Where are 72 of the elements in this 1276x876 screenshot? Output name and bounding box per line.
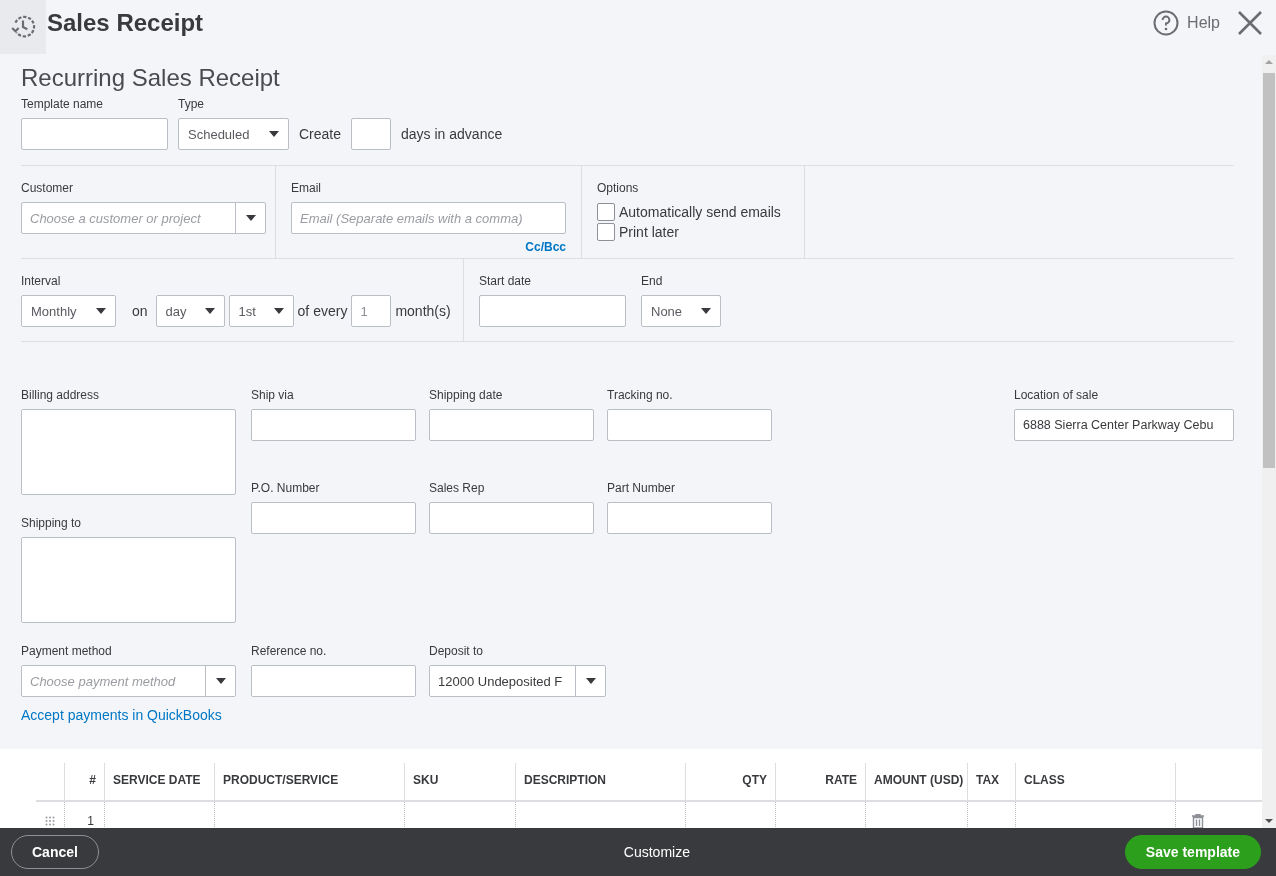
- every-label: of every: [297, 302, 348, 321]
- trash-icon[interactable]: [1191, 813, 1204, 828]
- field-label: Options: [597, 181, 640, 195]
- checkbox-label: Print later: [619, 224, 679, 240]
- field-label: Customer: [21, 181, 74, 195]
- day-dropdown[interactable]: day: [155, 295, 225, 327]
- customize-link[interactable]: Customize: [623, 844, 690, 860]
- checkbox[interactable]: [597, 223, 615, 241]
- start-date-field[interactable]: [479, 295, 626, 327]
- interval-dropdown[interactable]: Monthly: [21, 295, 116, 327]
- column-header: QTY: [742, 773, 767, 787]
- form-title: Recurring Sales Receipt: [21, 64, 281, 92]
- field-label: Deposit to: [429, 644, 485, 658]
- field-label: Interval: [21, 274, 62, 288]
- window-title: Sales Receipt: [47, 8, 204, 37]
- row-number: 1: [87, 813, 94, 828]
- column-header: AMOUNT (USD): [874, 773, 964, 787]
- accept-payments-link[interactable]: Accept payments in QuickBooks: [21, 707, 236, 723]
- column-header: TAX: [976, 773, 1000, 787]
- days-field[interactable]: [351, 118, 392, 150]
- field-label: Shipping date: [429, 388, 504, 402]
- recurring-clock-icon[interactable]: [10, 14, 36, 40]
- field-label: Start date: [479, 274, 533, 288]
- field-label: Email: [291, 181, 322, 195]
- field-label: Shipping to: [21, 516, 83, 530]
- drag-handle-icon[interactable]: [45, 815, 55, 826]
- field-label: Type: [178, 97, 205, 111]
- tracking-no-field[interactable]: [607, 409, 772, 441]
- advance-label: days in advance: [401, 125, 503, 144]
- ordinal-dropdown[interactable]: 1st: [228, 295, 294, 327]
- checkbox-label: Automatically send emails: [619, 204, 781, 220]
- sales-rep-field[interactable]: [429, 502, 594, 534]
- email-field[interactable]: Email (Separate emails with a comma): [291, 202, 566, 234]
- part-number-field[interactable]: [607, 502, 772, 534]
- end-dropdown[interactable]: None: [641, 295, 721, 327]
- location-field[interactable]: 6888 Sierra Center Parkway Cebu: [1014, 409, 1234, 441]
- type-dropdown[interactable]: Scheduled: [178, 118, 289, 150]
- column-header: SERVICE DATE: [113, 773, 201, 787]
- on-label: on: [132, 302, 148, 321]
- field-label: Part Number: [607, 481, 677, 495]
- column-header: SKU: [413, 773, 439, 787]
- scrollbar[interactable]: [1262, 55, 1276, 828]
- field-label: Payment method: [21, 644, 113, 658]
- billing-address-field[interactable]: [21, 409, 236, 495]
- column-header: RATE: [825, 773, 857, 787]
- field-label: Reference no.: [251, 644, 328, 658]
- template-name-field[interactable]: [21, 118, 168, 150]
- column-header: PRODUCT/SERVICE: [223, 773, 339, 787]
- reference-no-field[interactable]: [251, 665, 416, 697]
- field-label: Template name: [21, 97, 105, 111]
- field-label: End: [641, 274, 664, 288]
- unit-label: month(s): [395, 302, 451, 321]
- field-label: Sales Rep: [429, 481, 486, 495]
- create-label: Create: [299, 125, 342, 144]
- column-header: #: [89, 773, 96, 787]
- help-icon: [1153, 9, 1180, 36]
- column-header: CLASS: [1024, 773, 1065, 787]
- column-header: DESCRIPTION: [524, 773, 606, 787]
- field-label: Location of sale: [1014, 388, 1100, 402]
- field-label: Ship via: [251, 388, 295, 402]
- help-button[interactable]: Help: [1153, 9, 1220, 36]
- checkbox[interactable]: [597, 203, 615, 221]
- shipping-date-field[interactable]: [429, 409, 594, 441]
- ship-via-field[interactable]: [251, 409, 416, 441]
- shipping-to-field[interactable]: [21, 537, 236, 623]
- deposit-to-dropdown[interactable]: 12000 Undeposited F: [429, 665, 606, 697]
- field-label: Billing address: [21, 388, 101, 402]
- po-number-field[interactable]: [251, 502, 416, 534]
- field-label: P.O. Number: [251, 481, 321, 495]
- cc-bcc-link[interactable]: Cc/Bcc: [525, 240, 566, 254]
- close-icon[interactable]: [1238, 10, 1262, 35]
- field-label: Tracking no.: [607, 388, 674, 402]
